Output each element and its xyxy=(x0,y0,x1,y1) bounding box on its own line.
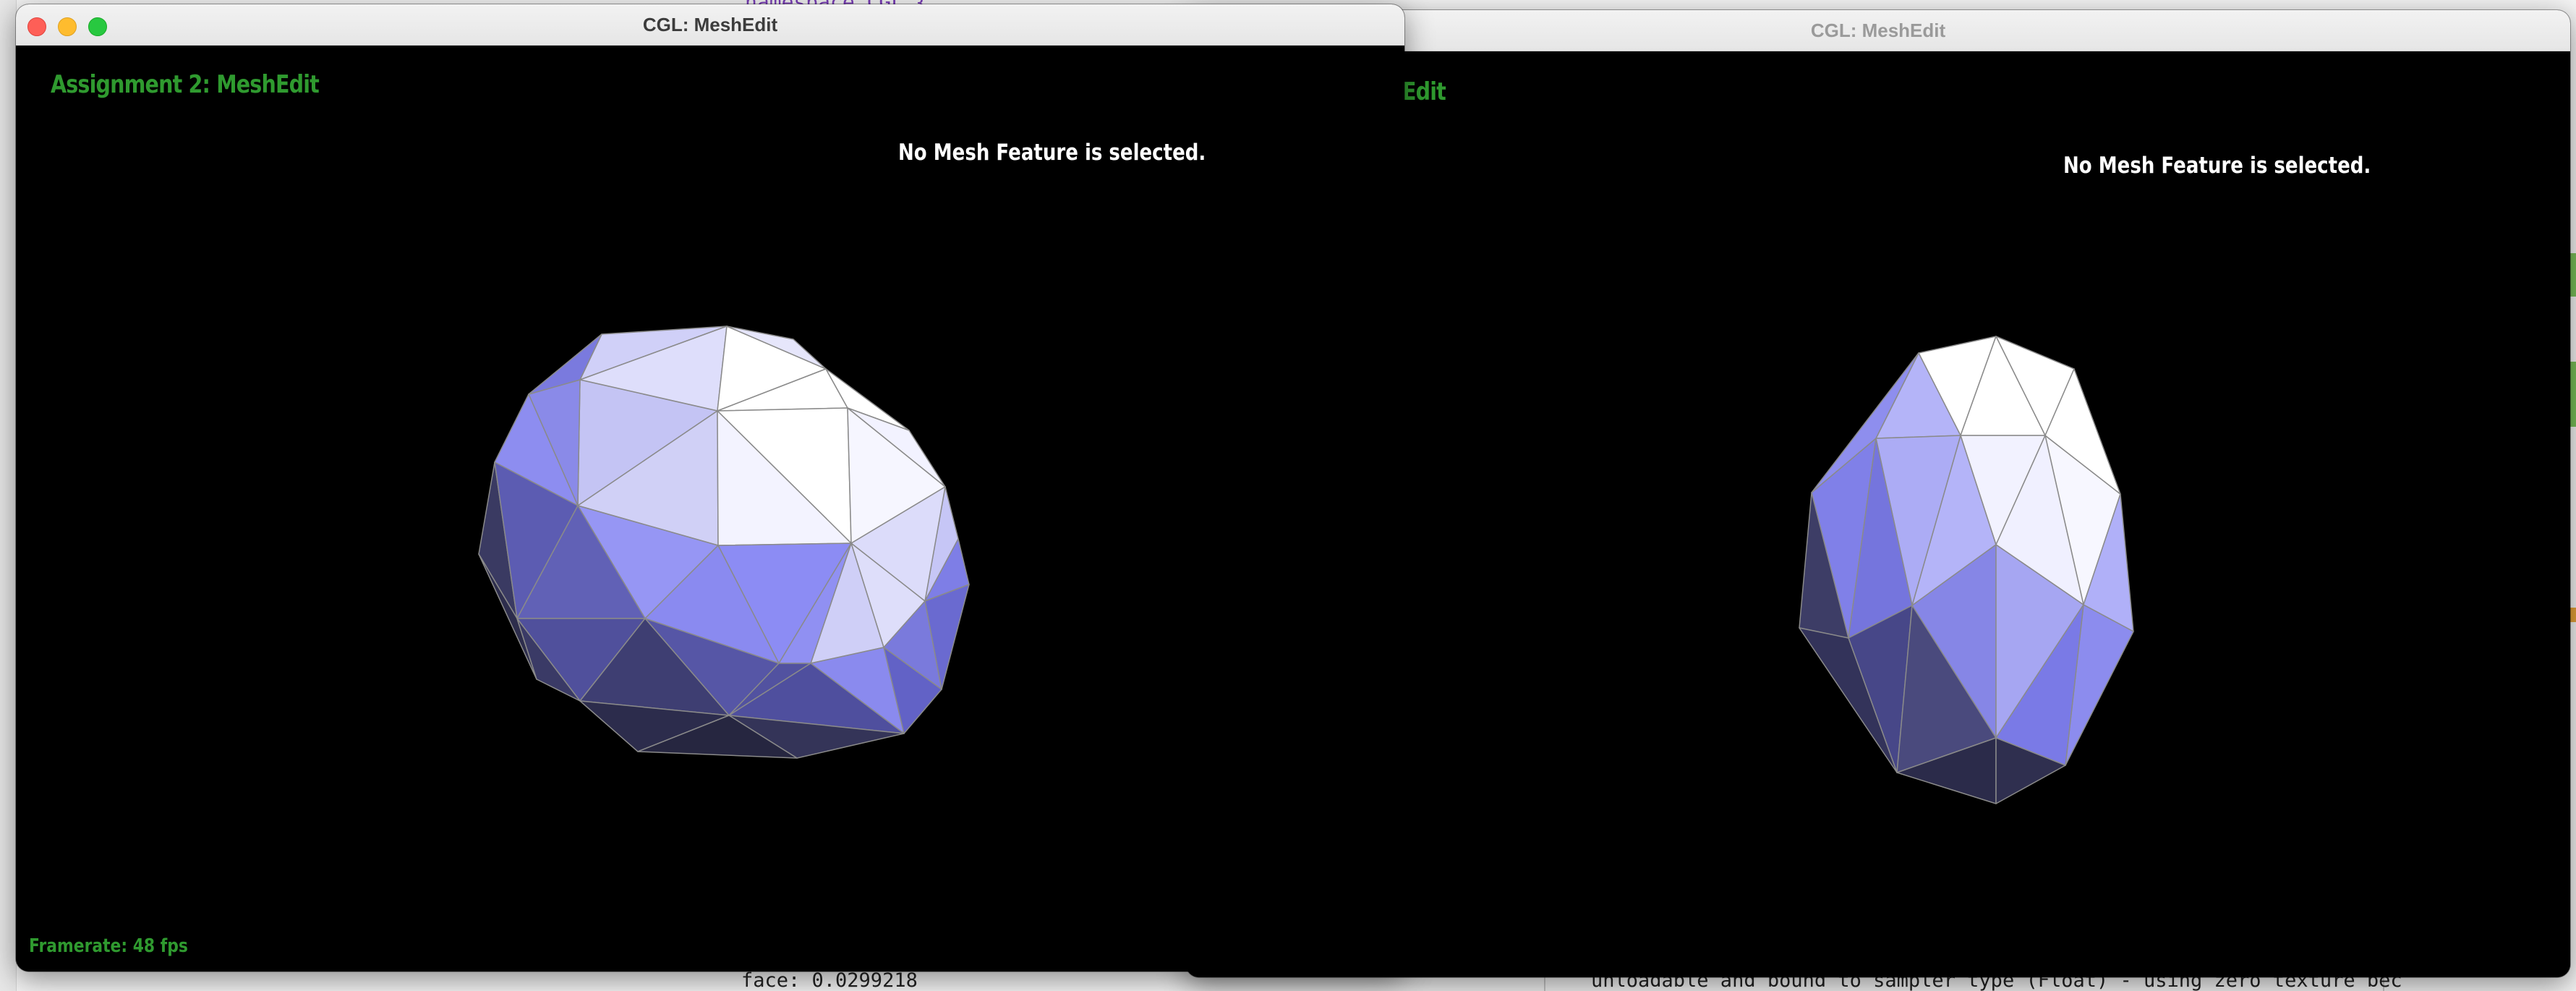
desktop: namespace CGL { face: 0.0299218 unloadab… xyxy=(0,0,2576,991)
console-output-line: face: 0.0299218 xyxy=(741,969,918,991)
window-title: CGL: MeshEdit xyxy=(1810,19,1946,41)
subdivided-sphere-mesh[interactable] xyxy=(472,277,978,798)
selection-status: No Mesh Feature is selected. xyxy=(898,140,1206,166)
selection-status: No Mesh Feature is selected. xyxy=(2063,153,2371,179)
framerate-readout: Framerate: 48 fps xyxy=(29,935,188,957)
window-title: CGL: MeshEdit xyxy=(642,13,778,35)
icosahedron-mesh[interactable] xyxy=(1634,261,2141,825)
editor-gutter xyxy=(0,0,17,991)
assignment-heading: Assignment 2: MeshEdit xyxy=(51,70,320,99)
close-window-button[interactable] xyxy=(27,17,46,36)
window-titlebar[interactable]: CGL: MeshEdit xyxy=(16,4,1404,46)
render-viewport[interactable]: Assignment 2: MeshEdit No Mesh Feature i… xyxy=(16,46,1404,971)
window-controls xyxy=(27,17,107,36)
maximize-window-button[interactable] xyxy=(88,17,107,36)
minimize-window-button[interactable] xyxy=(58,17,77,36)
meshedit-window-main[interactable]: CGL: MeshEdit Assignment 2: MeshEdit No … xyxy=(16,4,1404,971)
